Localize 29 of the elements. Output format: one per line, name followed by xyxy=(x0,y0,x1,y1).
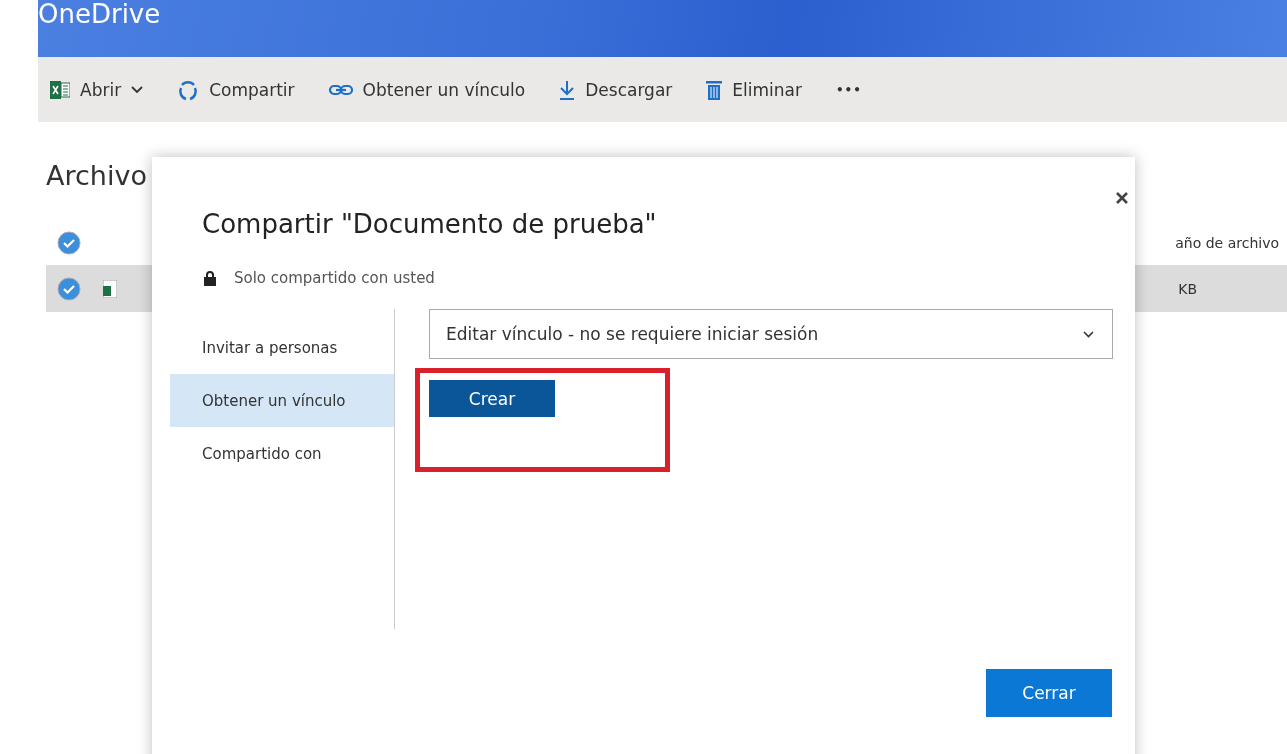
select-all-checkbox[interactable] xyxy=(57,230,81,255)
section-heading: Archivo xyxy=(46,160,147,193)
chevron-down-icon xyxy=(1083,330,1094,338)
toolbar-button[interactable]: Abrir xyxy=(48,75,146,104)
spreadsheet-icon xyxy=(50,80,70,99)
close-button[interactable]: Cerrar xyxy=(986,669,1112,717)
link-type-dropdown[interactable]: Editar vínculo - no se requiere iniciar sesión xyxy=(429,309,1113,359)
trash-icon xyxy=(706,79,723,100)
toolbar-button[interactable]: Descargar xyxy=(557,75,675,104)
toolbar-button[interactable]: Eliminar xyxy=(704,75,804,104)
create-button[interactable]: Crear xyxy=(429,380,555,417)
app-title[interactable]: OneDrive xyxy=(38,0,161,30)
dialog-title: Compartir "Documento de prueba" xyxy=(202,209,658,239)
file-size: KB xyxy=(1178,281,1197,297)
chevron-down-icon xyxy=(131,85,144,94)
lock-icon xyxy=(204,270,216,286)
column-header[interactable]: año de archivo xyxy=(1175,234,1287,251)
sync-icon xyxy=(177,78,200,101)
privacy-status: Solo compartido con usted xyxy=(234,269,435,287)
row-checkbox[interactable] xyxy=(57,277,81,301)
nav-tab[interactable]: Obtener un vínculo xyxy=(170,374,394,427)
nav-tab[interactable]: Compartido con xyxy=(170,427,394,480)
toolbar-button[interactable]: Obtener un vínculo xyxy=(326,75,528,104)
spreadsheet-file-icon xyxy=(103,280,117,298)
download-icon xyxy=(559,79,576,100)
toolbar-button[interactable]: ••• xyxy=(833,78,864,101)
toolbar-button[interactable]: Compartir xyxy=(175,74,297,105)
link-icon xyxy=(328,83,353,96)
nav-tab[interactable]: Invitar a personas xyxy=(170,321,394,374)
